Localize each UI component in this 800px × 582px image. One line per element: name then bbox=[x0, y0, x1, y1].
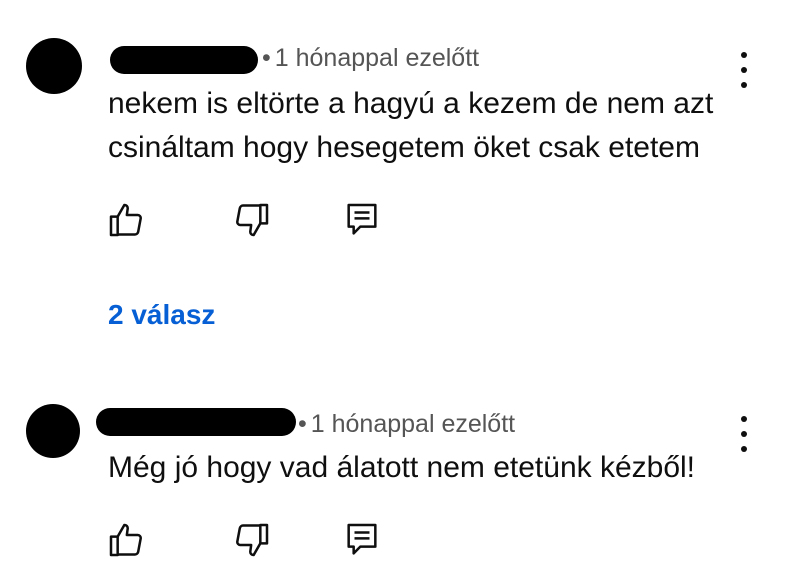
like-icon[interactable] bbox=[106, 520, 146, 560]
comment-meta: • 1 hónappal ezelőtt bbox=[298, 410, 515, 439]
avatar[interactable] bbox=[26, 404, 80, 458]
comment-text-line-1: Még jó hogy vad álatott nem etetünk kézb… bbox=[108, 451, 696, 484]
reply-icon[interactable] bbox=[342, 520, 382, 560]
comment-time: 1 hónappal ezelőtt bbox=[310, 410, 516, 438]
comment-2: • 1 hónappal ezelőtt Még jó hogy vad álat… bbox=[0, 0, 800, 582]
more-icon[interactable] bbox=[734, 416, 754, 452]
meta-dot: • bbox=[298, 410, 307, 438]
dislike-icon[interactable] bbox=[232, 520, 272, 560]
author-name-redacted[interactable] bbox=[96, 408, 296, 436]
